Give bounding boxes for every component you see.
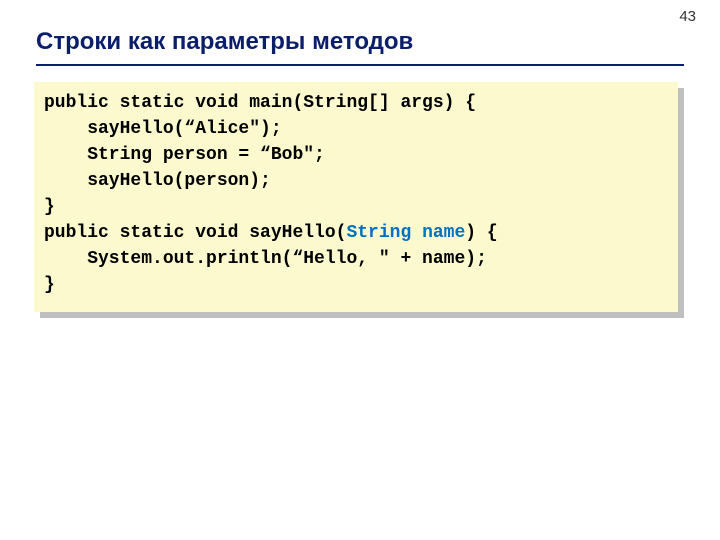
code-line-6-param: String name — [346, 223, 465, 243]
code-line-2: sayHello(“Alice"); — [44, 116, 668, 142]
code-line-6c: ) { — [465, 223, 497, 243]
code-line-3: String person = “Bob"; — [44, 142, 668, 168]
code-line-1: public static void main(String[] args) { — [44, 90, 668, 116]
code-line-6: public static void sayHello(String name)… — [44, 220, 668, 246]
code-line-4: sayHello(person); — [44, 168, 668, 194]
slide-title: Строки как параметры методов — [36, 28, 413, 56]
code-line-8: } — [44, 272, 668, 298]
code-line-5: } — [44, 194, 668, 220]
code-line-6a: public static void sayHello( — [44, 223, 346, 243]
code-box: public static void main(String[] args) {… — [34, 82, 678, 312]
code-line-7: System.out.println(“Hello, " + name); — [44, 246, 668, 272]
page-number: 43 — [679, 8, 696, 25]
title-underline — [36, 64, 684, 66]
